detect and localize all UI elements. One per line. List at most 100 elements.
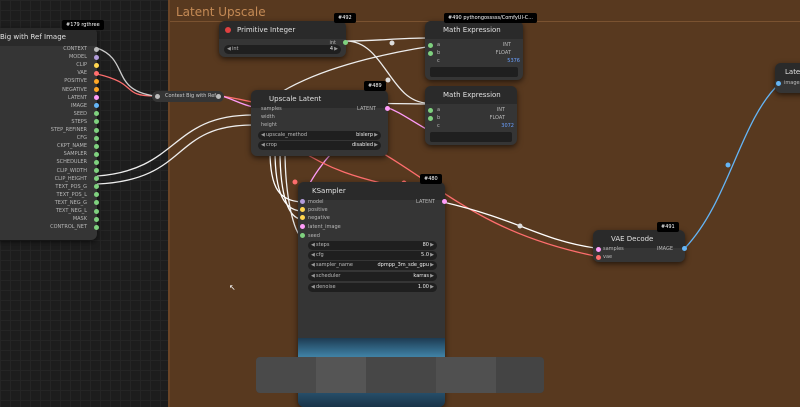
context-output-clip: CLIP bbox=[76, 62, 87, 69]
context-node[interactable]: Big with Ref Image CONTEXT MODEL CLIP VAE PO… bbox=[0, 28, 99, 240]
crop-next-icon[interactable]: ▶ bbox=[374, 141, 378, 150]
steps-inc-icon[interactable]: ▶ bbox=[430, 241, 434, 250]
upscale-output-dot[interactable] bbox=[385, 106, 390, 111]
context-output-dot[interactable] bbox=[94, 168, 99, 173]
latent-partial-node[interactable]: Latent images bbox=[775, 63, 800, 93]
sampler-next-icon[interactable]: ▶ bbox=[430, 261, 434, 270]
cfg-inc-icon[interactable]: ▶ bbox=[430, 251, 434, 260]
math2-output-float: FLOAT bbox=[489, 115, 505, 121]
primitive-title[interactable]: Primitive Integer bbox=[219, 21, 346, 39]
reroute-input-dot[interactable] bbox=[155, 94, 160, 99]
context-output-dot[interactable] bbox=[94, 208, 99, 214]
math1-title[interactable]: Math Expression bbox=[425, 21, 523, 39]
reroute-output-dot[interactable] bbox=[216, 94, 221, 99]
crop-label: crop bbox=[266, 142, 277, 148]
ksampler-seed-dot[interactable] bbox=[300, 233, 305, 238]
math2-value: 3072 bbox=[501, 123, 514, 129]
sampler-value: dpmpp_3m_sde_gpu bbox=[377, 262, 430, 268]
context-reroute[interactable]: Context Big with Ref bbox=[152, 91, 224, 102]
context-output-dot[interactable] bbox=[94, 70, 99, 76]
ksampler-positive-dot[interactable] bbox=[300, 207, 305, 212]
math2-input-a: a bbox=[437, 107, 441, 113]
math-expression-node-1[interactable]: Math Expression a b c INT FLOAT 5376 bbox=[425, 21, 523, 80]
sampler-prev-icon[interactable]: ◀ bbox=[311, 261, 315, 270]
context-output-dot[interactable] bbox=[94, 135, 99, 141]
context-output-dot[interactable] bbox=[94, 151, 99, 157]
context-output-dot[interactable] bbox=[94, 46, 99, 52]
vae-decode-node[interactable]: VAE Decode samples vae IMAGE bbox=[593, 230, 687, 262]
steps-dec-icon[interactable]: ◀ bbox=[311, 241, 315, 250]
context-output-dot[interactable] bbox=[94, 224, 99, 230]
context-output-clip-height: CLIP_HEIGHT bbox=[54, 175, 87, 182]
context-output-dot[interactable] bbox=[94, 143, 99, 149]
mouse-cursor-icon: ↖ bbox=[229, 283, 236, 292]
vae-badge: #491 bbox=[657, 222, 679, 232]
primitive-output-dot[interactable] bbox=[343, 40, 348, 45]
cfg-widget[interactable]: ◀ cfg 5.0 ▶ bbox=[308, 251, 437, 260]
primitive-integer-node[interactable]: Primitive Integer int ◀ int 4 ▶ bbox=[219, 21, 348, 57]
context-node-title[interactable]: Big with Ref Image bbox=[0, 28, 97, 46]
upscale-method-next-icon[interactable]: ▶ bbox=[374, 131, 378, 140]
context-output-positive: POSITIVE bbox=[64, 78, 87, 85]
context-output-text-pos-g: TEXT_POS_G bbox=[55, 183, 87, 190]
context-output-dot[interactable] bbox=[94, 87, 99, 92]
math1-expression-field[interactable] bbox=[430, 67, 518, 77]
cfg-dec-icon[interactable]: ◀ bbox=[311, 251, 315, 260]
primitive-widget-value: 4 bbox=[329, 46, 333, 52]
vae-samples-dot[interactable] bbox=[596, 247, 601, 252]
steps-label: steps bbox=[316, 242, 330, 248]
scheduler-prev-icon[interactable]: ◀ bbox=[311, 272, 315, 281]
math1-input-c: c bbox=[437, 58, 440, 64]
latent-partial-title-text: Latent bbox=[785, 68, 800, 76]
latent-partial-input-dot[interactable] bbox=[776, 81, 781, 86]
sampler-name-widget[interactable]: ◀ sampler_name dpmpp_3m_sde_gpu ▶ bbox=[308, 261, 437, 270]
math-expression-node-2[interactable]: Math Expression a b c INT FLOAT 3072 bbox=[425, 86, 517, 145]
upscale-method-prev-icon[interactable]: ◀ bbox=[261, 131, 265, 140]
context-output-dot[interactable] bbox=[94, 54, 99, 60]
ksampler-input-latent: latent_image bbox=[308, 224, 341, 230]
reroute-label: Context Big with Ref bbox=[165, 93, 217, 99]
context-node-title-text: Big with Ref Image bbox=[0, 33, 66, 41]
context-output-dot[interactable] bbox=[94, 78, 99, 84]
ksampler-title[interactable]: KSampler bbox=[298, 182, 445, 200]
denoise-dec-icon[interactable]: ◀ bbox=[311, 283, 315, 292]
math1-input-b: b bbox=[437, 50, 441, 56]
math2-input-a-dot[interactable] bbox=[428, 108, 433, 113]
latent-partial-title[interactable]: Latent bbox=[775, 63, 800, 81]
denoise-inc-icon[interactable]: ▶ bbox=[430, 283, 434, 292]
vae-vae-dot[interactable] bbox=[596, 255, 601, 260]
math1-input-b-dot[interactable] bbox=[428, 51, 433, 56]
increment-arrow-icon[interactable]: ▶ bbox=[334, 45, 338, 54]
upscale-input-samples: samples bbox=[261, 106, 282, 112]
math1-output-int: INT bbox=[502, 42, 511, 48]
crop-widget[interactable]: ◀ crop disabled ▶ bbox=[258, 141, 381, 150]
ksampler-latent-dot[interactable] bbox=[300, 224, 305, 229]
denoise-value: 1.00 bbox=[417, 284, 429, 290]
scheduler-value: karras bbox=[413, 273, 429, 279]
denoise-widget[interactable]: ◀ denoise 1.00 ▶ bbox=[308, 283, 437, 292]
context-output-dot[interactable] bbox=[94, 127, 99, 133]
context-output-dot[interactable] bbox=[94, 62, 99, 68]
math1-input-a-dot[interactable] bbox=[428, 43, 433, 48]
math2-input-b-dot[interactable] bbox=[428, 116, 433, 121]
ksampler-negative-dot[interactable] bbox=[300, 215, 305, 220]
steps-widget[interactable]: ◀ steps 80 ▶ bbox=[308, 241, 437, 250]
upscale-latent-node[interactable]: Upscale Latent samples width height LATE… bbox=[251, 90, 390, 156]
scheduler-next-icon[interactable]: ▶ bbox=[430, 272, 434, 281]
math2-expression-field[interactable] bbox=[430, 132, 512, 142]
ksampler-output-dot[interactable] bbox=[442, 199, 447, 204]
scheduler-widget[interactable]: ◀ scheduler karras ▶ bbox=[308, 272, 437, 281]
math2-title[interactable]: Math Expression bbox=[425, 86, 517, 104]
vae-input-vae: vae bbox=[603, 254, 613, 260]
sampler-label: sampler_name bbox=[316, 262, 353, 268]
decrement-arrow-icon[interactable]: ◀ bbox=[227, 45, 231, 54]
crop-prev-icon[interactable]: ◀ bbox=[261, 141, 265, 150]
vae-output-dot[interactable] bbox=[682, 246, 687, 251]
primitive-badge: #492 bbox=[334, 13, 356, 23]
primitive-int-widget[interactable]: ◀ int 4 ▶ bbox=[224, 45, 341, 54]
context-output-dot[interactable] bbox=[94, 159, 99, 165]
context-output-dot[interactable] bbox=[94, 216, 99, 222]
link-clip-width bbox=[96, 114, 254, 177]
ksampler-model-dot[interactable] bbox=[300, 199, 305, 204]
upscale-method-widget[interactable]: ◀ upscale_method bislerp ▶ bbox=[258, 131, 381, 140]
